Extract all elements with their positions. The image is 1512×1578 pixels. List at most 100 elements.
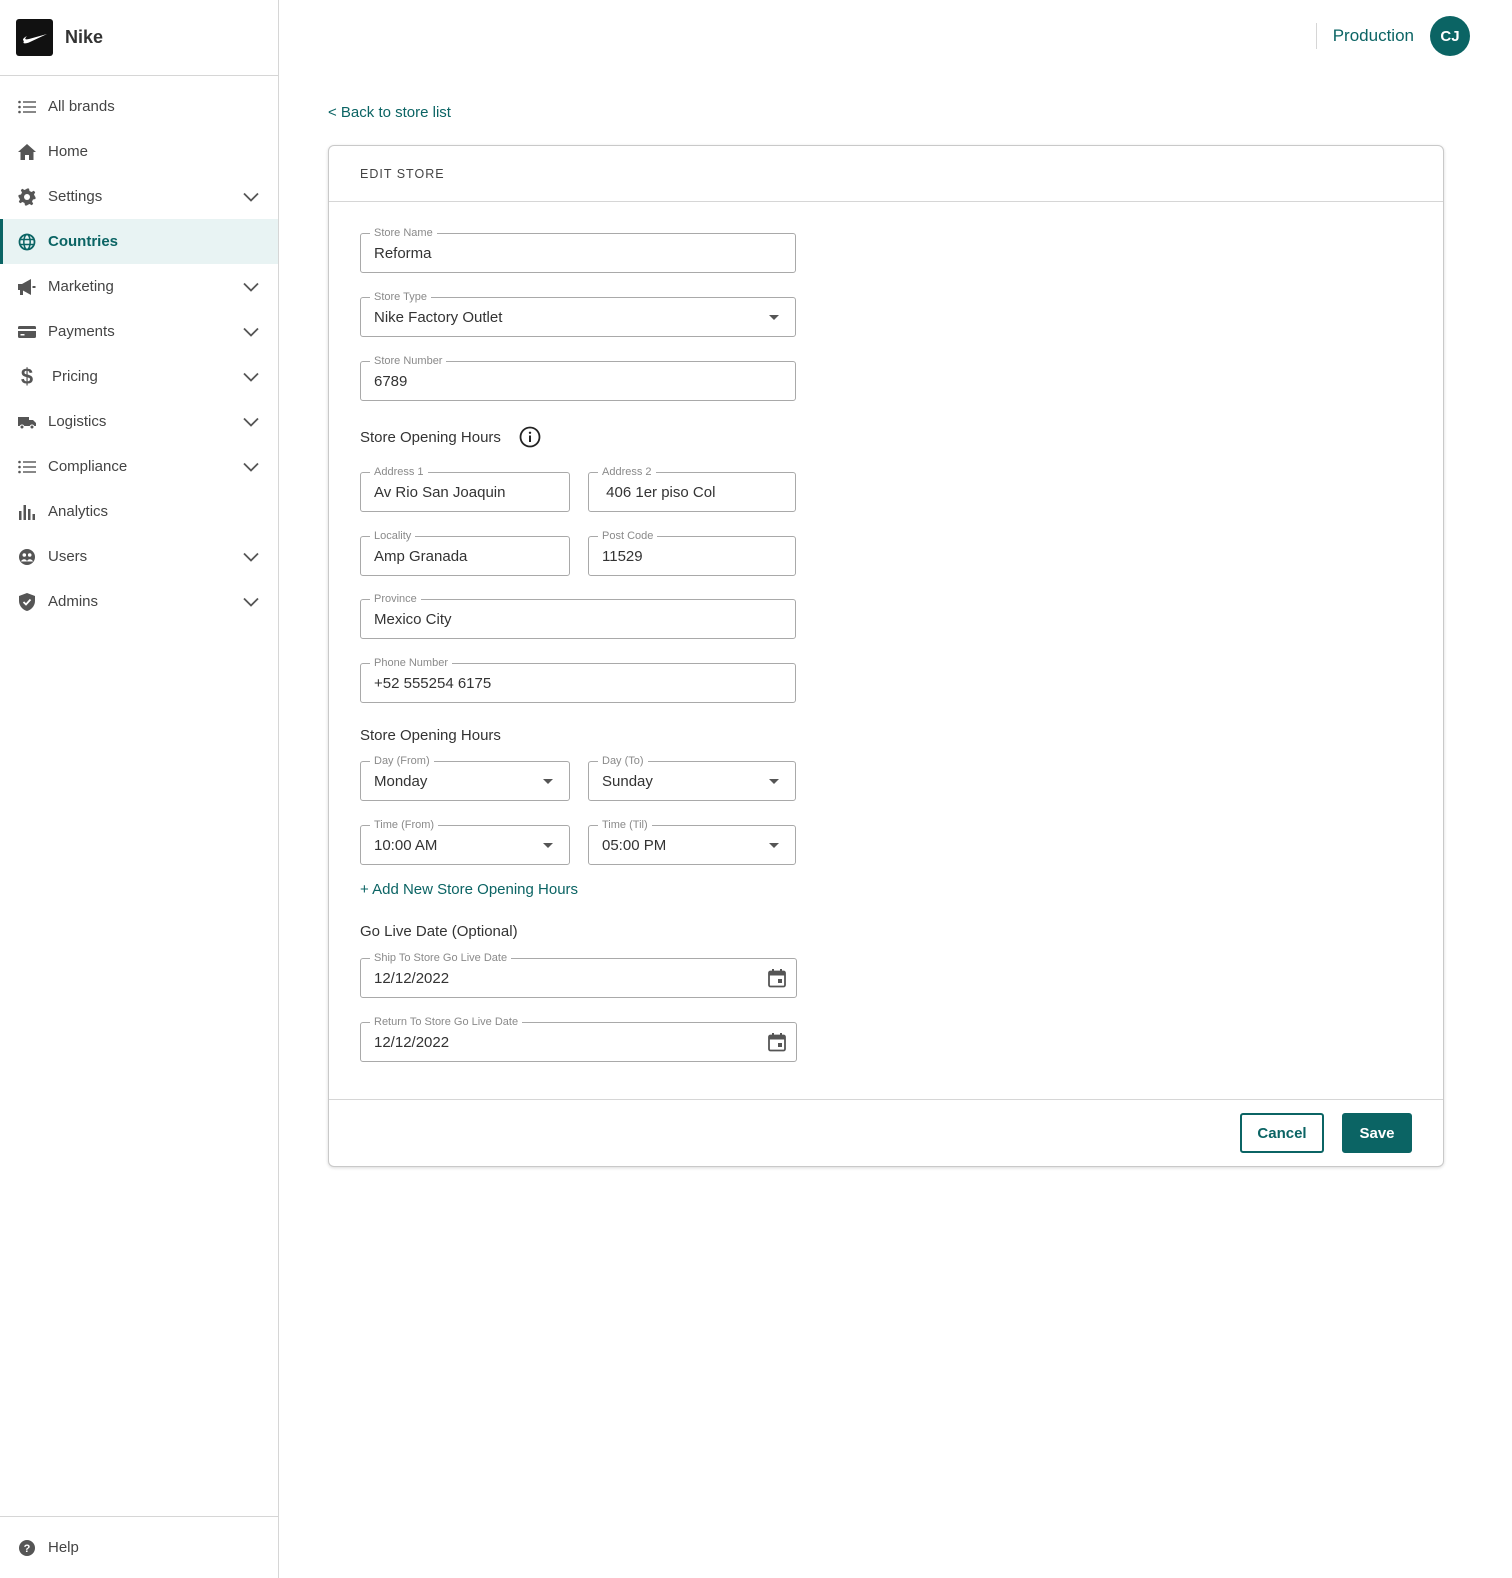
day-from-value: Monday [374,772,428,790]
time-from-value: 10:00 AM [374,836,438,854]
sidebar-item-settings[interactable]: Settings [0,174,278,219]
caret-down-icon [543,778,553,784]
store-number-value: 6789 [374,372,408,390]
time-til-label: Time (Til) [598,818,652,832]
header-right: Production CJ [1315,16,1470,56]
help-label: Help [48,1539,79,1556]
store-number-label: Store Number [370,354,447,368]
card-title: EDIT STORE [329,146,1443,202]
time-from-label: Time (From) [370,818,439,832]
card-footer: Cancel Save [329,1099,1443,1166]
header-divider [1315,23,1317,49]
store-name-label: Store Name [370,226,437,240]
store-number-field[interactable]: Store Number 6789 [360,354,796,401]
sidebar-item-logistics[interactable]: Logistics [0,399,278,444]
time-til-select[interactable]: Time (Til) 05:00 PM [588,818,796,865]
address1-field[interactable]: Address 1 Av Rio San Joaquin [360,465,570,512]
sidebar-item-marketing[interactable]: Marketing [0,264,278,309]
sidebar-item-label: Analytics [48,503,109,520]
address1-value: Av Rio San Joaquin [374,483,506,501]
post-code-label: Post Code [598,529,658,543]
day-to-value: Sunday [602,772,653,790]
province-field[interactable]: Province Mexico City [360,592,796,639]
province-value: Mexico City [374,610,452,628]
store-type-value: Nike Factory Outlet [374,308,503,326]
caret-down-icon [543,842,553,848]
environment-switcher[interactable]: Production [1333,26,1414,46]
back-to-store-list-link[interactable]: < Back to store list [328,104,451,121]
ship-to-store-date-field[interactable]: Ship To Store Go Live Date 12/12/2022 [360,951,797,998]
save-button[interactable]: Save [1342,1113,1412,1153]
post-code-field[interactable]: Post Code 11529 [588,529,796,576]
section-title-text: Store Opening Hours [360,727,501,744]
chevron-down-icon[interactable] [242,593,260,611]
day-to-select[interactable]: Day (To) Sunday [588,754,796,801]
sidebar-item-admins[interactable]: Admins [0,579,278,624]
brand-name: Nike [65,27,104,47]
day-from-label: Day (From) [370,754,434,768]
help-icon: ? [16,1537,38,1559]
day-from-select[interactable]: Day (From) Monday [360,754,570,801]
avatar[interactable]: CJ [1430,16,1470,56]
return-to-store-date-label: Return To Store Go Live Date [370,1015,523,1029]
post-code-value: 11529 [602,547,643,565]
day-to-label: Day (To) [598,754,648,768]
address2-value: 406 1er piso Col [602,483,716,501]
phone-number-field[interactable]: Phone Number +52 555254 6175 [360,656,796,703]
locality-label: Locality [370,529,416,543]
sidebar-item-label: Marketing [48,278,114,295]
store-type-select[interactable]: Store Type Nike Factory Outlet [360,290,796,337]
time-from-select[interactable]: Time (From) 10:00 AM [360,818,570,865]
chevron-down-icon[interactable] [242,188,260,206]
cancel-button[interactable]: Cancel [1240,1113,1324,1153]
sidebar-item-help[interactable]: ? Help [0,1516,278,1578]
sidebar-item-home[interactable]: Home [0,129,278,174]
calendar-icon[interactable] [766,967,788,989]
chevron-down-icon[interactable] [242,278,260,296]
shield-icon [16,591,38,613]
locality-field[interactable]: Locality Amp Granada [360,529,570,576]
list-icon [16,456,38,478]
add-store-opening-hours-link[interactable]: + Add New Store Opening Hours [360,881,578,898]
brand-header[interactable]: Nike [0,0,278,76]
phone-number-value: +52 555254 6175 [374,674,492,692]
app-root: Nike All brands Home Settings Countries … [0,0,1512,1578]
nike-swoosh-icon [16,19,53,56]
chevron-down-icon[interactable] [242,548,260,566]
sidebar: Nike All brands Home Settings Countries … [0,0,279,1578]
chevron-down-icon[interactable] [242,368,260,386]
sidebar-item-pricing[interactable]: $ Pricing [0,354,278,399]
sidebar-item-all-brands[interactable]: All brands [0,84,278,129]
calendar-icon[interactable] [766,1031,788,1053]
address2-field[interactable]: Address 2 406 1er piso Col [588,465,796,512]
caret-down-icon [769,778,779,784]
users-icon [16,546,38,568]
sidebar-item-label: Countries [48,233,119,250]
section-title-text: Go Live Date (Optional) [360,923,518,940]
info-icon[interactable] [519,426,541,448]
caret-down-icon [769,314,779,320]
caret-down-icon [769,842,779,848]
list-icon [16,96,38,118]
sidebar-item-label: All brands [48,98,115,115]
sidebar-item-compliance[interactable]: Compliance [0,444,278,489]
ship-to-store-date-value: 12/12/2022 [374,969,450,987]
chevron-down-icon[interactable] [242,458,260,476]
globe-icon [16,231,38,253]
chevron-down-icon[interactable] [242,323,260,341]
sidebar-item-countries[interactable]: Countries [0,219,278,264]
return-to-store-date-value: 12/12/2022 [374,1033,450,1051]
sidebar-item-label: Logistics [48,413,107,430]
chevron-down-icon[interactable] [242,413,260,431]
return-to-store-date-field[interactable]: Return To Store Go Live Date 12/12/2022 [360,1015,797,1062]
store-name-field[interactable]: Store Name Reforma [360,226,796,273]
edit-store-card: EDIT STORE Store Name Reforma Store Type… [328,145,1444,1167]
svg-text:?: ? [24,1543,31,1555]
address2-label: Address 2 [598,465,656,479]
sidebar-item-payments[interactable]: Payments [0,309,278,354]
sidebar-item-analytics[interactable]: Analytics [0,489,278,534]
sidebar-item-users[interactable]: Users [0,534,278,579]
sidebar-item-label: Pricing [52,368,98,385]
sidebar-item-label: Payments [48,323,115,340]
section-store-opening-hours: Store Opening Hours [360,727,501,744]
